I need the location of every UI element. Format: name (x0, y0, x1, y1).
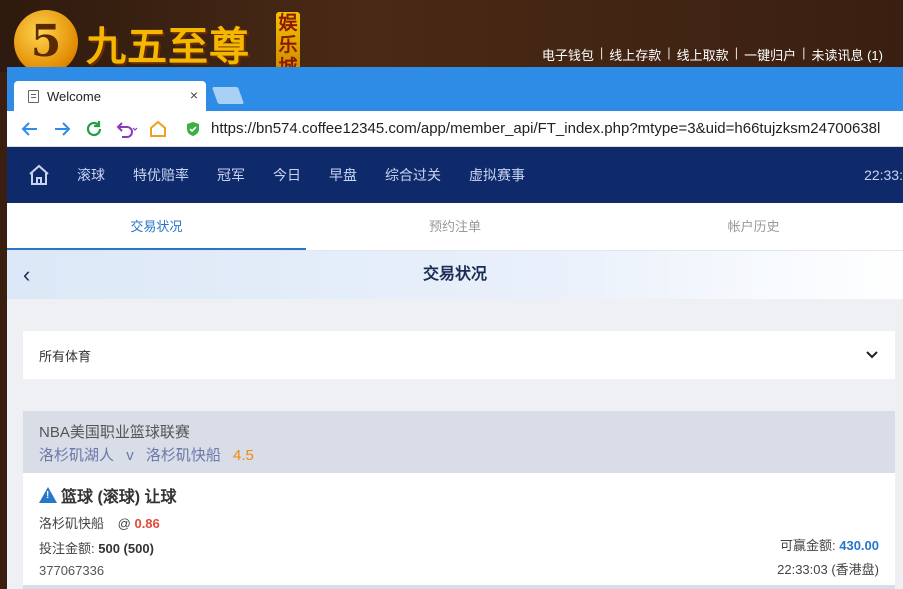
document-icon (28, 89, 39, 103)
forward-arrow-icon[interactable] (49, 116, 75, 142)
nav-item-today[interactable]: 今日 (273, 165, 301, 185)
stake-value: 500 (500) (98, 541, 154, 556)
tab-account-history[interactable]: 帐户历史 (604, 203, 903, 250)
win-label: 可赢金额: (779, 538, 836, 553)
bet-type: ! 篮球 (滚球) 让球 (39, 483, 879, 507)
top-links: 电子钱包 | 线上存款 | 线上取款 | 一键归户 | 未读讯息 (1) (541, 45, 883, 64)
app-nav: 滚球 特优赔率 冠军 今日 早盘 综合过关 虚拟赛事 22:33: (7, 147, 903, 203)
browser-tab[interactable]: Welcome × (14, 81, 206, 111)
tab-bar: Welcome × (7, 67, 903, 111)
bet-id: 377067336 (39, 563, 105, 578)
home-icon[interactable] (27, 163, 51, 187)
refresh-icon[interactable] (81, 116, 107, 142)
new-tab-button[interactable] (211, 87, 245, 104)
league-header: NBA美国职业篮球联赛 洛杉矶湖人 v 洛杉矶快船 4.5 (23, 411, 895, 473)
nav-item-special-odds[interactable]: 特优赔率 (133, 165, 189, 185)
nav-item-parlay[interactable]: 综合过关 (385, 165, 441, 185)
next-card-strip (23, 585, 895, 589)
warning-icon: ! (39, 487, 57, 503)
sport-filter-select[interactable]: 所有体育 (23, 331, 895, 379)
title-bar: ‹ 交易状况 (7, 251, 903, 299)
link-messages[interactable]: 未读讯息 (1) (811, 45, 883, 64)
tab-reserved-bets[interactable]: 预约注单 (306, 203, 605, 250)
browser-window: Welcome × https://bn574.coffee12345.com/… (7, 67, 903, 589)
bet-type-label: 篮球 (滚球) 让球 (61, 489, 177, 506)
win-value: 430.00 (839, 538, 879, 553)
logo-text: 九五至尊 (86, 23, 250, 70)
link-deposit[interactable]: 线上存款 (609, 45, 661, 64)
address-bar: https://bn574.coffee12345.com/app/member… (7, 111, 903, 147)
bet-pick: 洛杉矶快船 (39, 516, 105, 531)
link-withdraw[interactable]: 线上取款 (677, 45, 729, 64)
nav-item-live[interactable]: 滚球 (77, 165, 105, 185)
bet-time: 22:33:03 (香港盘) (777, 562, 879, 577)
league-name: NBA美国职业篮球联赛 (39, 424, 190, 441)
sub-tabs: 交易状况 预约注单 帐户历史 (7, 203, 903, 251)
chevron-left-icon[interactable]: ‹ (23, 251, 30, 299)
content-area: 所有体育 NBA美国职业篮球联赛 洛杉矶湖人 v 洛杉矶快船 4.5 ! 篮球 … (7, 299, 903, 589)
tab-title: Welcome (47, 88, 101, 104)
match-teams: 洛杉矶湖人 v 洛杉矶快船 4.5 (39, 444, 879, 465)
bet-at: @ (117, 516, 131, 531)
handicap-value: 4.5 (233, 447, 254, 464)
bet-stake-row: 投注金额: 500 (500) (39, 538, 879, 557)
close-icon[interactable]: × (190, 87, 198, 103)
vs-label: v (126, 447, 134, 464)
shield-icon (187, 121, 199, 136)
clock: 22:33: (864, 167, 903, 183)
home-icon[interactable] (145, 116, 171, 142)
home-team: 洛杉矶湖人 (39, 447, 115, 464)
win-amount-row: 可赢金额: 430.00 (780, 535, 879, 554)
stake-label: 投注金额: (39, 541, 95, 556)
logo-vertical: 娱乐城 (276, 12, 300, 78)
link-wallet[interactable]: 电子钱包 (542, 45, 594, 64)
back-arrow-icon[interactable] (17, 116, 43, 142)
tab-transactions[interactable]: 交易状况 (7, 203, 306, 250)
bet-odds: 0.86 (134, 516, 160, 531)
bet-pick-row: 洛杉矶快船 @ 0.86 (39, 513, 879, 532)
sport-filter-value: 所有体育 (39, 348, 92, 364)
page-title: 交易状况 (422, 266, 487, 283)
nav-item-early[interactable]: 早盘 (329, 165, 357, 185)
bet-card: ! 篮球 (滚球) 让球 洛杉矶快船 @ 0.86 投注金额: 500 (500… (23, 473, 895, 585)
away-team: 洛杉矶快船 (145, 447, 221, 464)
link-merge[interactable]: 一键归户 (744, 45, 796, 64)
nav-item-virtual[interactable]: 虚拟赛事 (469, 165, 525, 185)
nav-item-champion[interactable]: 冠军 (217, 165, 245, 185)
site-header: 5 九五至尊 娱乐城 电子钱包| 线上存款| 线上取款| 一键归户| 未读讯息 … (0, 0, 903, 78)
undo-icon[interactable] (113, 116, 139, 142)
chevron-down-icon (866, 351, 878, 359)
logo-circle: 5 (14, 10, 78, 74)
url-input[interactable]: https://bn574.coffee12345.com/app/member… (211, 120, 880, 137)
